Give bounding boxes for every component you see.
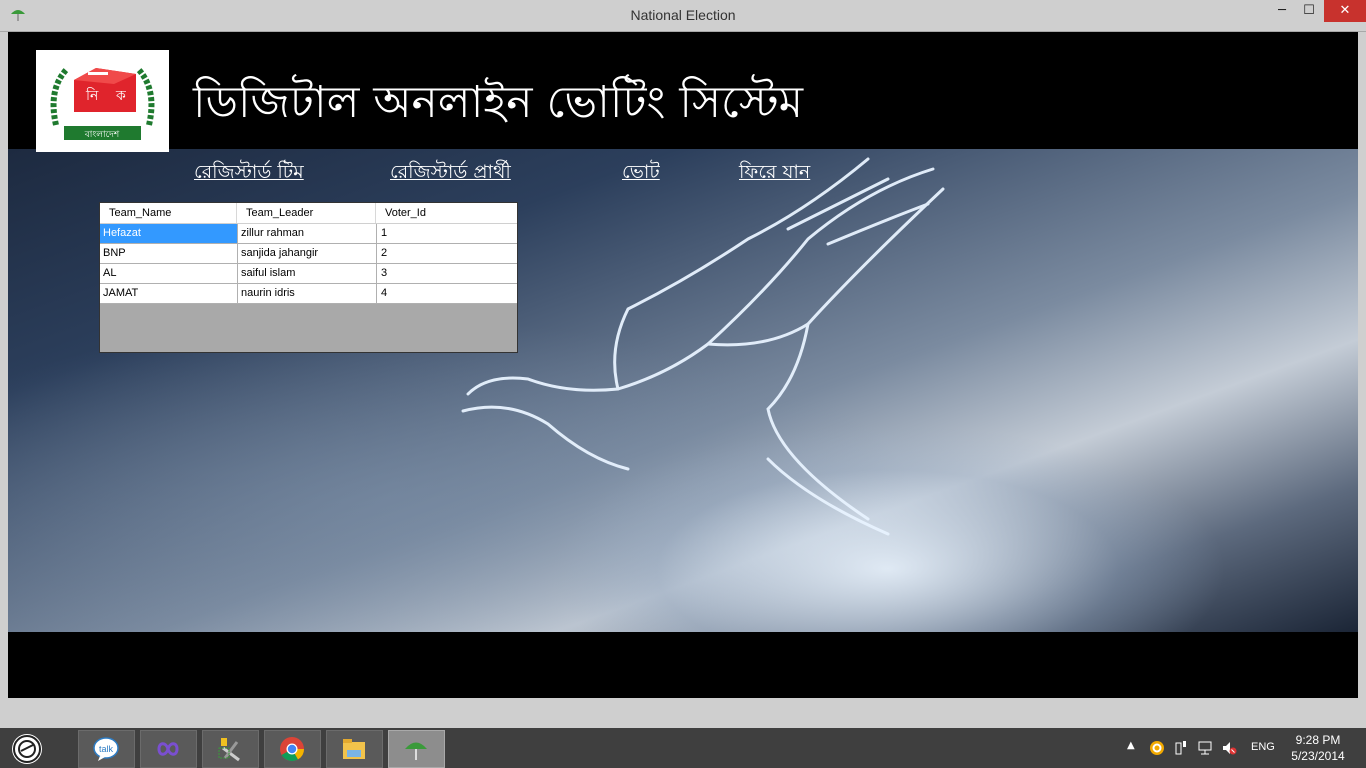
chrome-icon <box>280 737 304 762</box>
election-app-icon <box>405 742 427 760</box>
volume-muted-icon[interactable] <box>1221 740 1237 756</box>
start-icon <box>13 735 41 763</box>
vote-link[interactable]: ভোট <box>622 158 660 190</box>
column-header-voter-id[interactable]: Voter_Id <box>377 203 517 223</box>
window-title: National Election <box>630 7 736 23</box>
logo-letter-left: নি <box>85 87 99 104</box>
talk-icon-label: talk <box>99 744 114 754</box>
cell-voter-id[interactable]: 3 <box>377 264 517 283</box>
main-form: নি ক বাংলাদেশ ডিজিটাল অনলাইন ভোটিং সিস্ট… <box>8 32 1358 698</box>
file-explorer-icon <box>343 739 365 759</box>
logo-letter-right: ক <box>115 88 126 104</box>
go-back-link[interactable]: ফিরে যান <box>739 158 810 190</box>
minimize-button[interactable]: ─ <box>1270 0 1294 22</box>
table-row[interactable]: AL saiful islam 3 <box>100 264 517 284</box>
taskbar: talk ▲ ENG 9:28 PM 5/23/2014 <box>0 728 1366 768</box>
page-heading: ডিজিটাল অনলাইন ভোটিং সিস্টেম <box>193 77 804 128</box>
taskbar-infinity[interactable] <box>140 730 197 768</box>
cell-voter-id[interactable]: 4 <box>377 284 517 303</box>
taskbar-file-explorer[interactable] <box>326 730 383 768</box>
cell-team-name[interactable]: JAMAT <box>100 284 238 303</box>
cell-team-leader[interactable]: naurin idris <box>238 284 377 303</box>
taskbar-chrome[interactable] <box>264 730 321 768</box>
taskbar-election-app[interactable] <box>388 730 445 768</box>
show-hidden-icons-button[interactable]: ▲ <box>1127 740 1135 751</box>
talk-icon: talk <box>93 737 119 761</box>
registered-candidate-link[interactable]: রেজিস্টার্ড প্রার্থী <box>390 158 511 190</box>
sync-icon[interactable] <box>1149 740 1165 756</box>
election-commission-logo: নি ক বাংলাদেশ <box>36 50 169 152</box>
clock-date[interactable]: 5/23/2014 <box>1288 749 1348 763</box>
infinity-icon <box>157 742 179 756</box>
window-frame-left <box>0 32 8 698</box>
grid-header: Team_Name Team_Leader Voter_Id <box>100 203 517 224</box>
window-frame-bottom <box>0 698 1366 728</box>
network-icon[interactable] <box>1197 740 1213 756</box>
clock-time[interactable]: 9:28 PM <box>1292 733 1344 747</box>
window-frame-right <box>1358 32 1366 698</box>
table-row[interactable]: BNP sanjida jahangir 2 <box>100 244 517 264</box>
start-button[interactable] <box>12 734 42 764</box>
cell-voter-id[interactable]: 1 <box>377 224 517 243</box>
cell-team-name[interactable]: Hefazat <box>100 224 238 243</box>
cell-voter-id[interactable]: 2 <box>377 244 517 263</box>
input-language-indicator[interactable]: ENG <box>1251 741 1275 753</box>
cell-team-leader[interactable]: saiful islam <box>238 264 377 283</box>
taskbar-talk[interactable]: talk <box>78 730 135 768</box>
cell-team-name[interactable]: AL <box>100 264 238 283</box>
registered-team-link[interactable]: রেজিস্টার্ড টিম <box>194 158 304 190</box>
teams-data-grid[interactable]: Team_Name Team_Leader Voter_Id Hefazat z… <box>99 202 518 353</box>
cell-team-leader[interactable]: zillur rahman <box>238 224 377 243</box>
cell-team-leader[interactable]: sanjida jahangir <box>238 244 377 263</box>
tools-icon <box>218 738 240 762</box>
table-row[interactable]: JAMAT naurin idris 4 <box>100 284 517 304</box>
usb-device-icon[interactable] <box>1173 740 1189 756</box>
column-header-team-leader[interactable]: Team_Leader <box>238 203 376 223</box>
close-button[interactable]: ✕ <box>1324 0 1366 22</box>
column-header-team-name[interactable]: Team_Name <box>100 203 237 223</box>
taskbar-tools[interactable] <box>202 730 259 768</box>
title-bar: National Election ─ ☐ ✕ <box>0 0 1366 32</box>
cell-team-name[interactable]: BNP <box>100 244 238 263</box>
table-row[interactable]: Hefazat zillur rahman 1 <box>100 224 517 244</box>
logo-caption: বাংলাদেশ <box>84 130 120 140</box>
maximize-button[interactable]: ☐ <box>1296 0 1322 22</box>
